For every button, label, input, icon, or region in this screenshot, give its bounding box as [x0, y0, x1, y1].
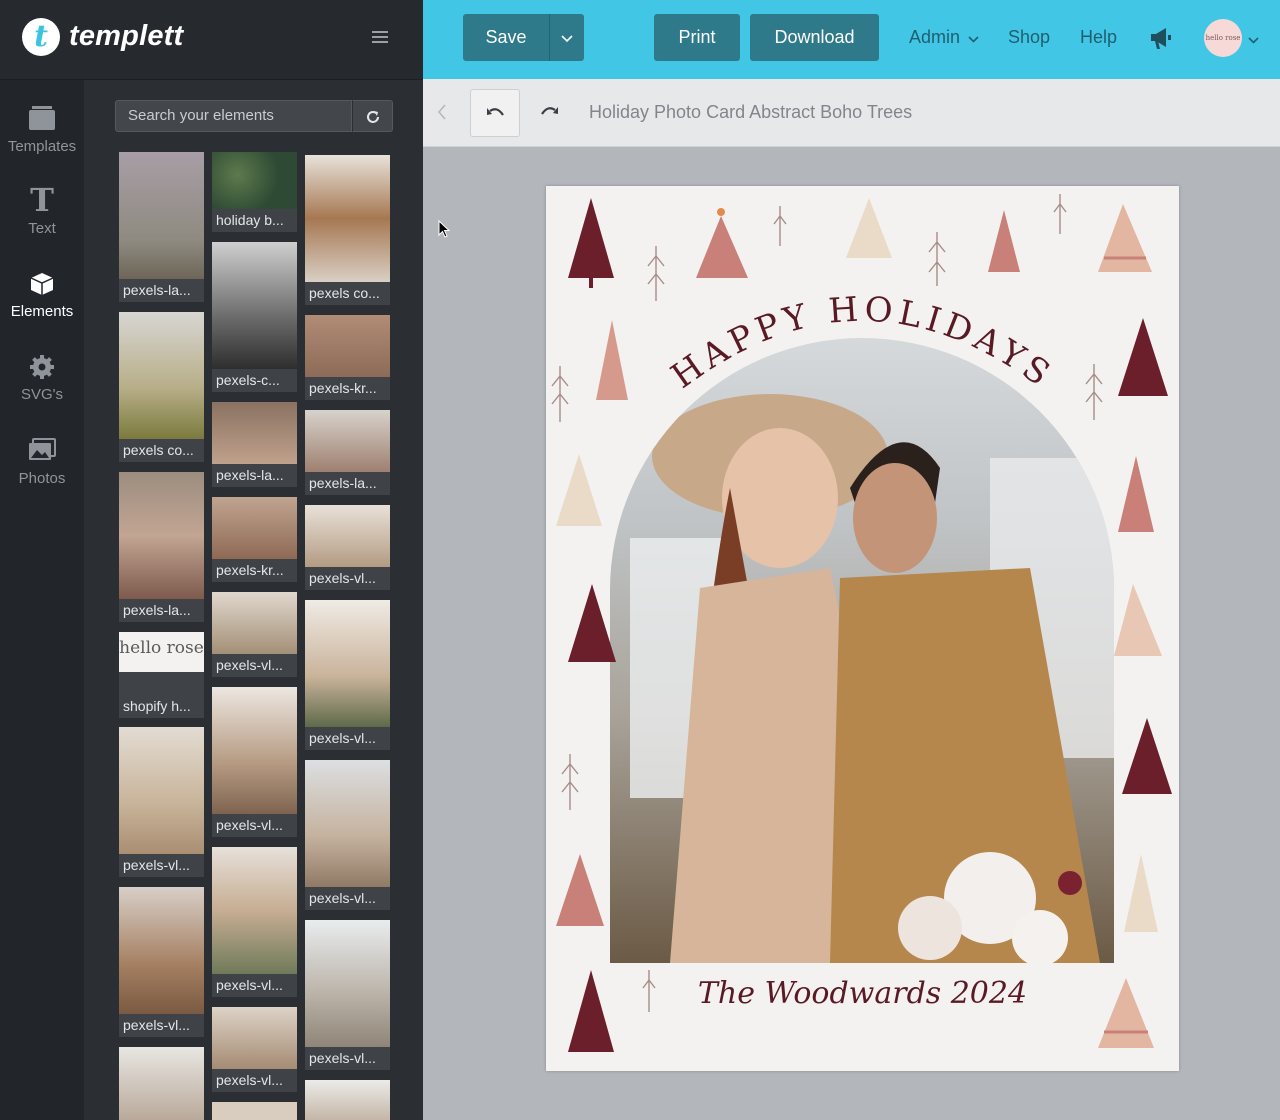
- chevron-down-icon[interactable]: [1248, 31, 1259, 49]
- element-thumbnail[interactable]: pexels-vl...: [119, 887, 204, 1037]
- nav-item-svgs[interactable]: SVG's: [0, 346, 84, 416]
- nav-label: Text: [28, 220, 56, 237]
- nav-label: Elements: [10, 303, 74, 320]
- element-thumbnail[interactable]: [305, 1080, 390, 1120]
- top-toolbar: Save Print Download Admin Shop Help hell…: [423, 0, 1280, 79]
- save-button[interactable]: Save: [463, 14, 549, 61]
- search-input[interactable]: Search your elements: [115, 100, 352, 132]
- nav-item-text[interactable]: T Text: [0, 180, 84, 250]
- element-thumbnail[interactable]: pexels-kr...: [212, 497, 297, 582]
- refresh-button[interactable]: [352, 100, 393, 132]
- element-thumbnail[interactable]: pexels co...: [305, 155, 390, 305]
- document-title[interactable]: Holiday Photo Card Abstract Boho Trees: [589, 102, 912, 123]
- hamburger-menu-icon[interactable]: [372, 31, 388, 43]
- element-thumbnail[interactable]: pexels-vl...: [305, 760, 390, 910]
- shop-link[interactable]: Shop: [1008, 27, 1050, 48]
- templett-logo-icon[interactable]: t: [22, 18, 60, 56]
- redo-button[interactable]: [539, 104, 559, 125]
- nav-label: Photos: [18, 470, 66, 487]
- print-button[interactable]: Print: [654, 14, 740, 61]
- element-thumbnail[interactable]: pexels-la...: [119, 152, 204, 302]
- text-t-icon: T: [30, 181, 54, 219]
- avatar[interactable]: hello rose: [1204, 19, 1242, 57]
- design-canvas-area: HAPPY HOLIDAYS The Woodwards 2024: [423, 147, 1280, 1120]
- nav-item-photos[interactable]: Photos: [0, 430, 84, 500]
- elements-panel: Search your elements pexels-la... pexels…: [84, 80, 423, 1120]
- element-thumbnail[interactable]: holiday b...: [212, 152, 297, 232]
- cube-icon: [0, 263, 84, 303]
- card-headline[interactable]: HAPPY HOLIDAYS: [664, 289, 1061, 396]
- element-thumbnail[interactable]: pexels-vl...: [305, 505, 390, 590]
- element-thumbnail[interactable]: pexels-vl...: [305, 600, 390, 750]
- download-button[interactable]: Download: [750, 14, 879, 61]
- undo-icon: [487, 108, 504, 116]
- element-thumbnail[interactable]: pexels-c...: [212, 242, 297, 392]
- undo-button[interactable]: [470, 89, 520, 137]
- element-thumbnail[interactable]: pexels-vl...: [212, 687, 297, 837]
- card-signature[interactable]: The Woodwards 2024: [546, 976, 1179, 1011]
- admin-label: Admin: [909, 27, 961, 47]
- app-name[interactable]: templett: [69, 20, 183, 53]
- element-thumbnail[interactable]: pexels-la...: [212, 402, 297, 487]
- element-thumbnail[interactable]: pexels-vl...: [212, 847, 297, 997]
- folder-icon: [0, 98, 84, 138]
- element-thumbnail[interactable]: pexels-la...: [119, 472, 204, 622]
- hello-rose-logo: hello rose: [119, 638, 204, 658]
- help-link[interactable]: Help: [1080, 27, 1117, 48]
- save-options-button[interactable]: [549, 14, 584, 61]
- chevron-down-icon: [968, 36, 979, 43]
- element-thumbnail[interactable]: pexels-vl...: [212, 592, 297, 677]
- refresh-icon: [367, 111, 379, 123]
- chevron-left-icon: [437, 104, 446, 120]
- element-thumbnail[interactable]: hello rose shopify h...: [119, 632, 204, 718]
- design-card[interactable]: HAPPY HOLIDAYS The Woodwards 2024: [546, 186, 1179, 1071]
- nav-item-templates[interactable]: Templates: [0, 98, 84, 168]
- gear-icon: [0, 346, 84, 386]
- element-thumbnail[interactable]: pexels co...: [119, 312, 204, 462]
- back-button[interactable]: [437, 104, 447, 125]
- photos-icon: [0, 430, 84, 470]
- nav-rail: Templates T Text Elements SVG's Photos: [0, 80, 84, 1120]
- element-thumbnail[interactable]: pexels-vl...: [212, 1007, 297, 1092]
- element-thumbnail[interactable]: pexels-vl...: [119, 727, 204, 877]
- logo-bar: t templett: [0, 0, 423, 80]
- element-thumbnail[interactable]: pexels-la...: [305, 410, 390, 495]
- megaphone-icon[interactable]: [1148, 25, 1174, 56]
- nav-item-elements[interactable]: Elements: [0, 263, 84, 333]
- chevron-down-icon: [561, 35, 573, 43]
- document-bar: Holiday Photo Card Abstract Boho Trees: [423, 79, 1280, 147]
- element-thumbnail[interactable]: [119, 1047, 204, 1120]
- left-sidebar: t templett Templates T Text Elements SVG…: [0, 0, 423, 1120]
- nav-label: Templates: [7, 138, 77, 155]
- element-thumbnail[interactable]: pexels-vl...: [305, 920, 390, 1070]
- nav-label: SVG's: [20, 386, 64, 403]
- card-decorations: HAPPY HOLIDAYS: [551, 194, 1172, 1052]
- element-thumbnail[interactable]: pexels-kr...: [305, 315, 390, 400]
- element-thumbnail[interactable]: [212, 1102, 297, 1120]
- admin-menu[interactable]: Admin: [909, 27, 979, 48]
- svg-text:HAPPY HOLIDAYS: HAPPY HOLIDAYS: [664, 289, 1061, 396]
- redo-icon: [541, 107, 558, 115]
- mouse-cursor-icon: [438, 220, 450, 238]
